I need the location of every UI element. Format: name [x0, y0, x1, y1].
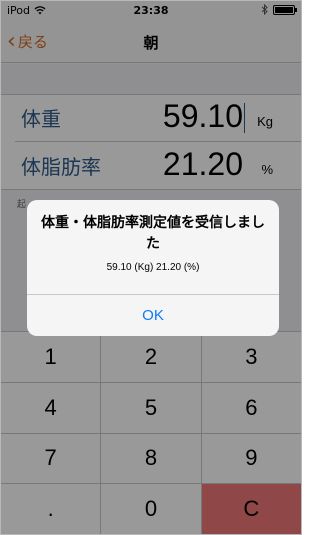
- alert-message: 59.10 (Kg) 21.20 (%): [106, 262, 200, 273]
- alert-dialog: 体重・体脂肪率測定値を受信しました 59.10 (Kg) 21.20 (%) O…: [27, 200, 279, 336]
- app-screen: iPod 23:38 ‹ 戻る 朝 体重 59.10 Kg 体脂肪率 21.20…: [1, 1, 301, 534]
- alert-title: 体重・体脂肪率測定値を受信しました: [41, 215, 265, 252]
- ok-button[interactable]: OK: [27, 295, 279, 336]
